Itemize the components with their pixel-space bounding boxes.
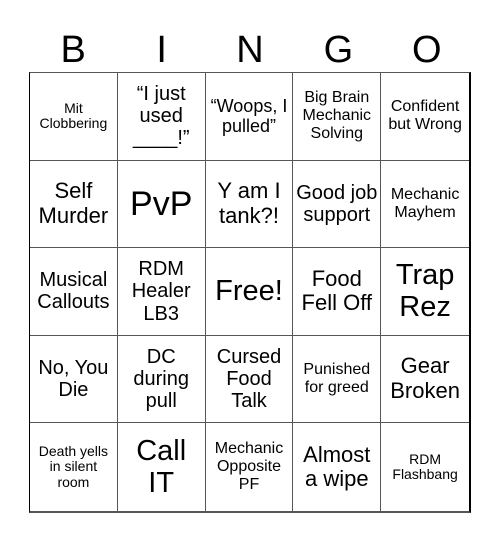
free-space-cell[interactable]: Free! bbox=[205, 248, 294, 336]
bingo-cell[interactable]: Self Murder bbox=[30, 160, 118, 249]
bingo-cell[interactable]: PvP bbox=[117, 160, 206, 249]
bingo-cell[interactable]: DC during pull bbox=[117, 335, 206, 424]
bingo-cell[interactable]: Mit Clobbering bbox=[30, 73, 118, 161]
bingo-cell[interactable]: Y am I tank?! bbox=[205, 160, 294, 249]
bingo-grid: Mit Clobbering “I just used ____!” “Woop… bbox=[29, 72, 471, 513]
bingo-cell[interactable]: Gear Broken bbox=[381, 336, 469, 424]
bingo-cell[interactable]: Mechanic Mayhem bbox=[381, 161, 469, 249]
bingo-cell[interactable]: No, You Die bbox=[30, 335, 118, 424]
bingo-cell[interactable]: Punished for greed bbox=[293, 335, 382, 424]
bingo-cell[interactable]: Good job support bbox=[293, 160, 382, 249]
header-letter-i: I bbox=[156, 29, 167, 71]
bingo-cell[interactable]: “I just used ____!” bbox=[117, 73, 206, 161]
bingo-cell[interactable]: Trap Rez bbox=[381, 248, 469, 336]
bingo-cell[interactable]: Food Fell Off bbox=[293, 248, 382, 336]
bingo-cell[interactable]: Almost a wipe bbox=[293, 423, 382, 511]
header-letter-o: O bbox=[412, 29, 442, 71]
bingo-cell[interactable]: RDM Healer LB3 bbox=[117, 248, 206, 336]
bingo-cell[interactable]: Call IT bbox=[118, 423, 206, 511]
bingo-cell[interactable]: Death yells in silent room bbox=[30, 423, 118, 511]
bingo-cell[interactable]: Big Brain Mechanic Solving bbox=[293, 73, 382, 161]
bingo-cell[interactable]: Musical Callouts bbox=[30, 248, 118, 336]
bingo-cell[interactable]: RDM Flashbang bbox=[381, 423, 469, 511]
bingo-cell[interactable]: Mechanic Opposite PF bbox=[206, 423, 294, 511]
header-letter-n: N bbox=[236, 29, 264, 71]
bingo-cell[interactable]: “Woops, I pulled” bbox=[205, 73, 294, 161]
bingo-cell[interactable]: Cursed Food Talk bbox=[205, 335, 294, 424]
header-letter-b: B bbox=[60, 29, 86, 71]
bingo-header: B I N G O bbox=[29, 28, 471, 72]
bingo-cell[interactable]: Confident but Wrong bbox=[381, 73, 469, 161]
header-letter-g: G bbox=[323, 29, 354, 71]
